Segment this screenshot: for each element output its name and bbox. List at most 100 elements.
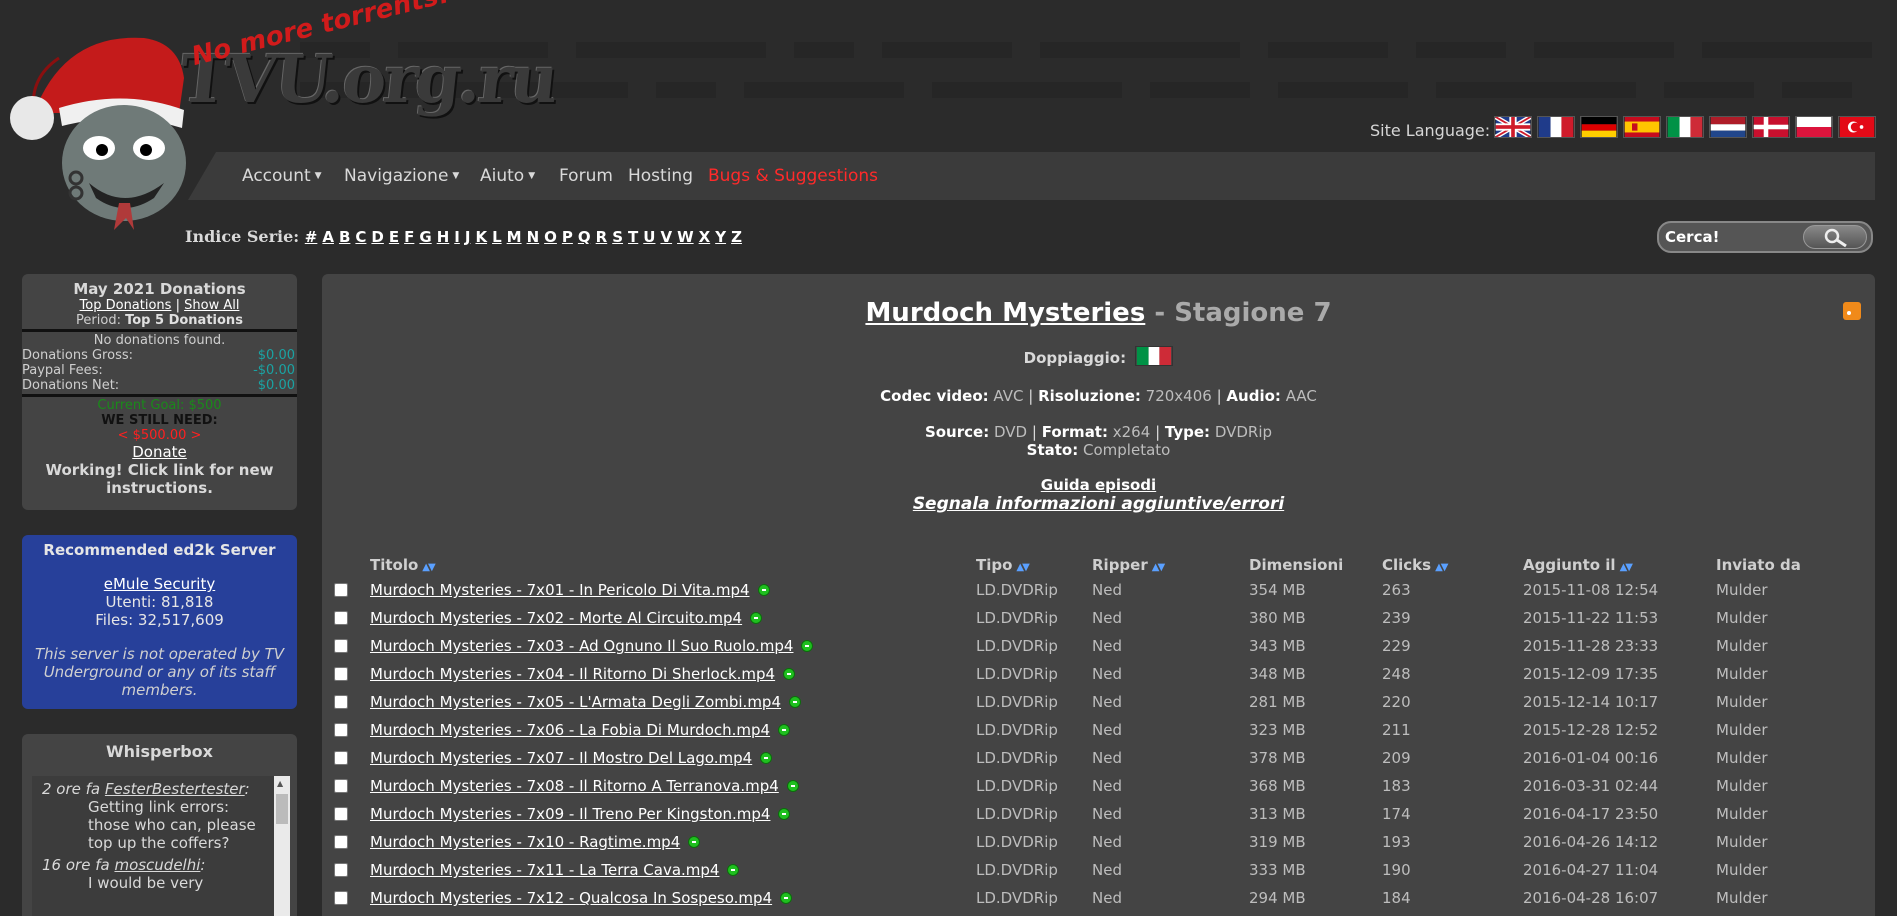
series-index-letter[interactable]: # [305, 228, 318, 246]
series-index-letter[interactable]: B [339, 228, 350, 246]
header-tipo[interactable]: Tipo ▲▼ [976, 554, 1092, 576]
series-index-letter[interactable]: N [527, 228, 540, 246]
sort-icon[interactable]: ▲▼ [1152, 562, 1165, 573]
episode-link[interactable]: Murdoch Mysteries - 7x09 - Il Treno Per … [370, 805, 770, 823]
series-index-letter[interactable]: G [419, 228, 431, 246]
series-index-letter[interactable]: C [355, 228, 366, 246]
episode-checkbox[interactable] [334, 863, 348, 877]
flag-turkish-icon[interactable] [1838, 116, 1876, 138]
ed2k-link-icon[interactable] [727, 864, 740, 876]
ed2k-link-icon[interactable] [789, 696, 801, 708]
show-all-link[interactable]: Show All [184, 298, 239, 313]
whisperbox-messages[interactable]: 2 ore fa FesterBestertester: Getting lin… [32, 776, 290, 916]
series-index-letter[interactable]: V [660, 228, 672, 246]
episode-link[interactable]: Murdoch Mysteries - 7x01 - In Pericolo D… [370, 581, 750, 599]
series-index-letter[interactable]: Z [731, 228, 742, 246]
flag-danish-icon[interactable] [1752, 116, 1790, 138]
nav-bugs-suggestions[interactable]: Bugs & Suggestions [708, 166, 878, 186]
ed2k-link-icon[interactable] [786, 780, 799, 792]
episode-checkbox[interactable] [334, 611, 348, 625]
nav-account[interactable]: Account ▼ [242, 166, 322, 186]
episode-link[interactable]: Murdoch Mysteries - 7x05 - L'Armata Degl… [370, 693, 781, 711]
ed2k-link-icon[interactable] [760, 752, 773, 764]
series-index-letter[interactable]: R [596, 228, 608, 246]
header-ripper[interactable]: Ripper ▲▼ [1092, 554, 1249, 576]
episode-link[interactable]: Murdoch Mysteries - 7x03 - Ad Ognuno Il … [370, 637, 793, 655]
ed2k-link-icon[interactable] [757, 584, 770, 596]
series-index-letter[interactable]: S [612, 228, 623, 246]
episode-checkbox[interactable] [334, 807, 348, 821]
series-index-letter[interactable]: X [699, 228, 711, 246]
episode-checkbox[interactable] [334, 667, 348, 681]
episode-link[interactable]: Murdoch Mysteries - 7x08 - Il Ritorno A … [370, 777, 779, 795]
flag-polish-icon[interactable] [1795, 116, 1833, 138]
sort-icon[interactable]: ▲▼ [1620, 562, 1633, 573]
search-input[interactable] [1665, 226, 1805, 248]
ed2k-link-icon[interactable] [688, 836, 701, 848]
episode-guide-link[interactable]: Guida episodi [1041, 476, 1156, 494]
flag-german-icon[interactable] [1580, 116, 1618, 138]
series-index-letter[interactable]: F [404, 228, 414, 246]
nav-aiuto[interactable]: Aiuto ▼ [480, 166, 535, 186]
series-index-letter[interactable]: E [389, 228, 399, 246]
episode-checkbox[interactable] [334, 779, 348, 793]
episode-checkbox[interactable] [334, 723, 348, 737]
episode-link[interactable]: Murdoch Mysteries - 7x12 - Qualcosa In S… [370, 889, 772, 907]
series-index-letter[interactable]: I [454, 228, 460, 246]
scrollbar-thumb[interactable] [276, 794, 288, 824]
whisper-user-link[interactable]: FesterBestertester [105, 780, 245, 798]
top-donations-link[interactable]: Top Donations [80, 298, 172, 313]
scroll-up-icon[interactable]: ▲ [277, 779, 283, 788]
site-logo-mascot[interactable] [4, 18, 204, 233]
episode-checkbox[interactable] [334, 639, 348, 653]
episode-link[interactable]: Murdoch Mysteries - 7x07 - Il Mostro Del… [370, 749, 752, 767]
series-index-letter[interactable]: K [475, 228, 487, 246]
ed2k-link-icon[interactable] [778, 808, 791, 820]
header-added[interactable]: Aggiunto il ▲▼ [1523, 554, 1716, 576]
whisper-user-link[interactable]: moscudelhi [114, 856, 200, 874]
donate-link[interactable]: Donate [132, 443, 187, 461]
flag-italian-icon[interactable] [1666, 116, 1704, 138]
episode-checkbox[interactable] [334, 835, 348, 849]
report-info-link[interactable]: Segnala informazioni aggiuntive/errori [913, 494, 1284, 514]
series-index-letter[interactable]: T [628, 228, 638, 246]
episode-link[interactable]: Murdoch Mysteries - 7x06 - La Fobia Di M… [370, 721, 770, 739]
series-index-letter[interactable]: O [544, 228, 557, 246]
episode-checkbox[interactable] [334, 751, 348, 765]
ed2k-link-icon[interactable] [783, 668, 796, 680]
episode-checkbox[interactable] [334, 695, 348, 709]
series-index-letter[interactable]: A [322, 228, 334, 246]
flag-french-icon[interactable] [1537, 116, 1575, 138]
series-index-letter[interactable]: Q [578, 228, 591, 246]
nav-navigazione[interactable]: Navigazione ▼ [344, 166, 459, 186]
ed2k-link-icon[interactable] [750, 612, 763, 624]
series-index-letter[interactable]: D [371, 228, 383, 246]
ed2k-link-icon[interactable] [778, 724, 791, 736]
sort-icon[interactable]: ▲▼ [1435, 562, 1448, 573]
nav-forum[interactable]: Forum [559, 166, 613, 186]
ed2k-link-icon[interactable] [801, 640, 814, 652]
episode-checkbox[interactable] [334, 583, 348, 597]
episode-link[interactable]: Murdoch Mysteries - 7x02 - Morte Al Circ… [370, 609, 742, 627]
episode-link[interactable]: Murdoch Mysteries - 7x10 - Ragtime.mp4 [370, 833, 680, 851]
sort-icon[interactable]: ▲▼ [1016, 562, 1029, 573]
flag-dutch-icon[interactable] [1709, 116, 1747, 138]
nav-hosting[interactable]: Hosting [628, 166, 693, 186]
series-index-letter[interactable]: Y [715, 228, 726, 246]
series-index-letter[interactable]: J [465, 228, 471, 246]
flag-spanish-icon[interactable] [1623, 116, 1661, 138]
search-button[interactable] [1803, 225, 1867, 249]
ed2k-link-icon[interactable] [780, 892, 793, 904]
whisperbox-scrollbar[interactable]: ▲ [274, 776, 290, 916]
header-clicks[interactable]: Clicks ▲▼ [1382, 554, 1523, 576]
series-index-letter[interactable]: M [507, 228, 522, 246]
series-index-letter[interactable]: W [677, 228, 694, 246]
episode-link[interactable]: Murdoch Mysteries - 7x04 - Il Ritorno Di… [370, 665, 775, 683]
sort-icon[interactable]: ▲▼ [422, 562, 435, 573]
ed2k-server-link[interactable]: eMule Security [104, 575, 215, 593]
series-index-letter[interactable]: H [437, 228, 450, 246]
series-index-letter[interactable]: U [643, 228, 655, 246]
series-index-letter[interactable]: L [492, 228, 502, 246]
flag-english-icon[interactable] [1494, 116, 1532, 138]
episode-link[interactable]: Murdoch Mysteries - 7x11 - La Terra Cava… [370, 861, 719, 879]
